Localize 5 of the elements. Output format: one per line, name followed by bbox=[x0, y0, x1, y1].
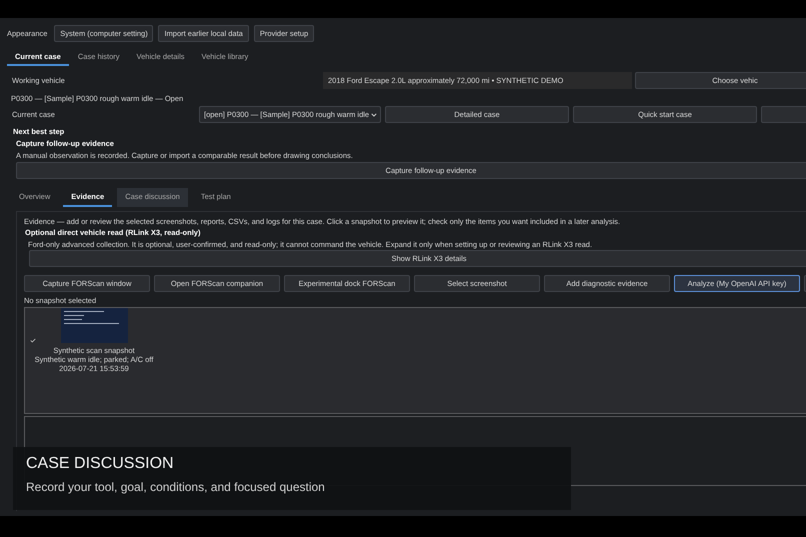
caret-icon bbox=[371, 112, 377, 116]
caption-title: CASE DISCUSSION bbox=[26, 454, 175, 474]
checkmark-icon[interactable] bbox=[30, 338, 36, 343]
caption-subtitle: Record your tool, goal, conditions, and focused question bbox=[26, 479, 326, 496]
thumbnail-drawing bbox=[60, 308, 128, 343]
